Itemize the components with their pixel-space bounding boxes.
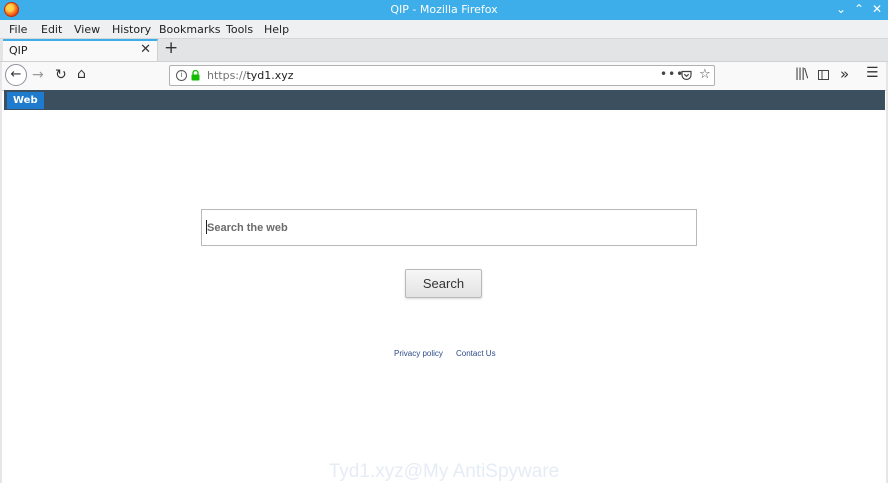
home-icon[interactable]: ⌂ [77, 66, 86, 82]
search-button[interactable]: Search [405, 269, 482, 298]
close-window-icon[interactable]: ✕ [870, 2, 884, 16]
tab-bar: QIP ✕ + [0, 38, 888, 62]
menu-edit[interactable]: Edit [41, 23, 62, 36]
bookmark-star-icon[interactable]: ☆ [699, 67, 711, 82]
tab-title: QIP [9, 44, 28, 57]
maximize-icon[interactable]: ⌃ [852, 2, 866, 16]
text-caret [206, 220, 207, 234]
menu-file[interactable]: File [9, 23, 27, 36]
tab-qip[interactable]: QIP ✕ [3, 39, 158, 61]
nav-toolbar: ← → ↻ ⌂ i https://tyd1.xyz ••• ☆ |||\ » … [0, 62, 888, 91]
pocket-icon[interactable] [681, 70, 692, 81]
search-input[interactable] [201, 209, 697, 246]
menu-tools[interactable]: Tools [226, 23, 253, 36]
url-protocol: https:// [207, 69, 247, 82]
minimize-icon[interactable]: ⌄ [834, 2, 848, 16]
library-icon[interactable]: |||\ [795, 66, 808, 80]
window-titlebar: QIP - Mozilla Firefox ⌄ ⌃ ✕ [0, 0, 888, 21]
page-border-left [0, 62, 2, 483]
sidebar-icon[interactable] [818, 70, 829, 80]
watermark-text: Tyd1.xyz@My AntiSpyware [328, 461, 560, 482]
lock-icon[interactable] [191, 70, 200, 81]
back-icon[interactable]: ← [5, 64, 27, 86]
url-bar[interactable]: i https://tyd1.xyz ••• ☆ [169, 65, 715, 86]
privacy-policy-link[interactable]: Privacy policy [394, 349, 443, 358]
hamburger-menu-icon[interactable]: ☰ [866, 65, 879, 81]
reload-icon[interactable]: ↻ [55, 67, 67, 83]
menu-view[interactable]: View [74, 23, 100, 36]
footer-links: Privacy policy Contact Us [394, 349, 496, 358]
url-host: tyd1.xyz [246, 69, 294, 82]
site-header-bar: Web [4, 90, 885, 110]
close-tab-icon[interactable]: ✕ [140, 42, 151, 57]
url-text: https://tyd1.xyz [207, 69, 294, 82]
forward-icon[interactable]: → [32, 67, 44, 83]
menu-history[interactable]: History [112, 23, 151, 36]
web-tab[interactable]: Web [7, 92, 44, 109]
contact-us-link[interactable]: Contact Us [456, 349, 496, 358]
menu-help[interactable]: Help [264, 23, 289, 36]
info-icon[interactable]: i [176, 70, 187, 81]
new-tab-icon[interactable]: + [164, 38, 178, 58]
menu-bookmarks[interactable]: Bookmarks [159, 23, 220, 36]
window-title: QIP - Mozilla Firefox [390, 3, 498, 16]
overflow-chevron-icon[interactable]: » [840, 65, 849, 83]
menu-bar: File Edit View History Bookmarks Tools H… [0, 20, 888, 39]
